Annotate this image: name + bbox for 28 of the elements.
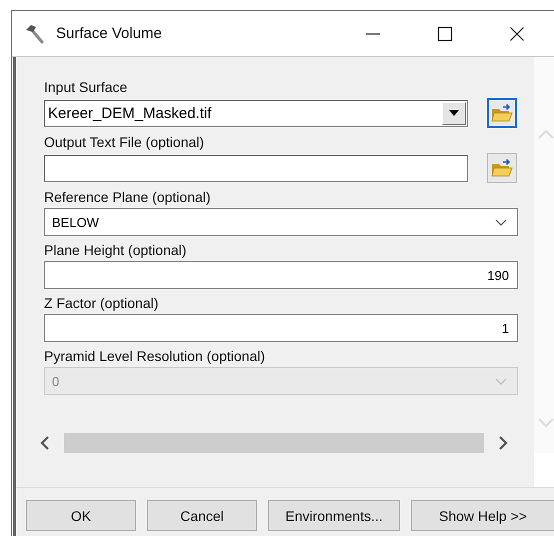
browse-button[interactable] [487,98,517,128]
scroll-left-icon[interactable] [39,436,51,450]
scrollbar-thumb[interactable] [64,433,484,453]
field-label: Plane Height (optional) [44,242,188,258]
dropdown-button[interactable] [442,102,466,124]
caret-icon [449,110,459,116]
close-icon[interactable] [509,26,525,42]
dialog-button[interactable]: Environments... [268,500,400,531]
window-title: Surface Volume [56,25,162,42]
hammer-icon [24,22,46,44]
number-field[interactable]: 1 [44,314,518,342]
dialog-button[interactable]: Cancel [147,500,257,531]
scroll-right-icon[interactable] [497,436,509,450]
text-field[interactable] [44,154,468,182]
browse-button[interactable] [487,153,517,183]
dialog-button[interactable]: Show Help >> [411,500,554,531]
number-field[interactable]: 190 [44,261,518,289]
dropdown-field[interactable]: BELOW [44,208,518,236]
chevron-down-icon [495,378,507,384]
field-label: Output Text File (optional) [44,134,206,150]
dropdown-field[interactable]: Kereer_DEM_Masked.tif [44,100,468,126]
field-label: Pyramid Level Resolution (optional) [44,348,266,364]
field-label: Input Surface [44,79,128,95]
field-label: Reference Plane (optional) [44,189,212,205]
maximize-icon[interactable] [437,26,453,42]
chevron-down-icon [495,218,507,226]
field-label: Z Factor (optional) [44,295,160,311]
dialog-button[interactable]: OK [26,500,136,531]
